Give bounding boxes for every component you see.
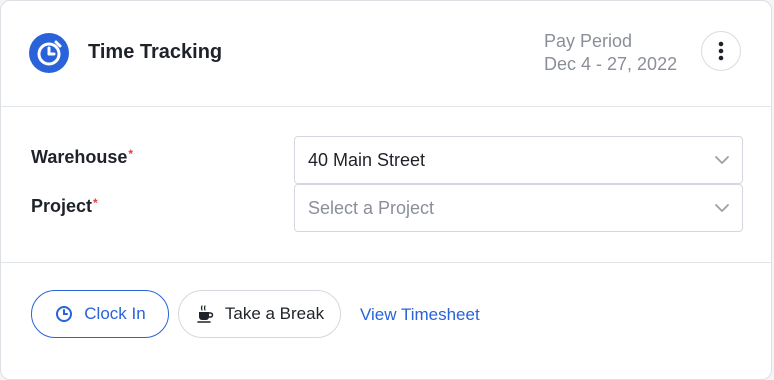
clock-in-label: Clock In [84, 304, 146, 323]
project-select-placeholder: Select a Project [308, 198, 435, 218]
chevron-down-icon [715, 204, 729, 212]
clock-in-button[interactable]: Clock In [31, 290, 169, 338]
project-select[interactable]: Select a Project [294, 184, 743, 232]
warehouse-select-value: 40 Main Street [308, 150, 426, 170]
take-break-button[interactable]: Take a Break [178, 290, 341, 338]
more-vertical-icon [718, 41, 724, 61]
required-mark: * [93, 196, 98, 210]
card-header: Time Tracking Pay Period Dec 4 - 27, 202… [1, 1, 771, 107]
more-options-button[interactable] [701, 31, 741, 71]
action-bar: Clock In Take a Break View Timesheet [1, 263, 771, 363]
chevron-down-icon [715, 156, 729, 164]
take-break-label: Take a Break [224, 304, 325, 323]
coffee-cup-icon [195, 304, 215, 324]
warehouse-label-text: Warehouse [31, 147, 128, 167]
clock-icon [54, 304, 74, 324]
warehouse-select[interactable]: 40 Main Street [294, 136, 743, 184]
warehouse-label: Warehouse* [31, 147, 133, 168]
time-tracking-card: Time Tracking Pay Period Dec 4 - 27, 202… [0, 0, 772, 380]
pay-period-dates: Dec 4 - 27, 2022 [544, 54, 678, 74]
required-mark: * [128, 147, 134, 161]
page-title: Time Tracking [88, 41, 223, 63]
tracking-form: Warehouse* 40 Main Street Project* Selec… [1, 107, 771, 263]
pay-period-label: Pay Period [544, 31, 633, 51]
view-timesheet-link[interactable]: View Timesheet [360, 305, 480, 325]
project-label-text: Project [31, 196, 93, 216]
project-label: Project* [31, 196, 98, 217]
timer-logo-icon [29, 33, 69, 73]
